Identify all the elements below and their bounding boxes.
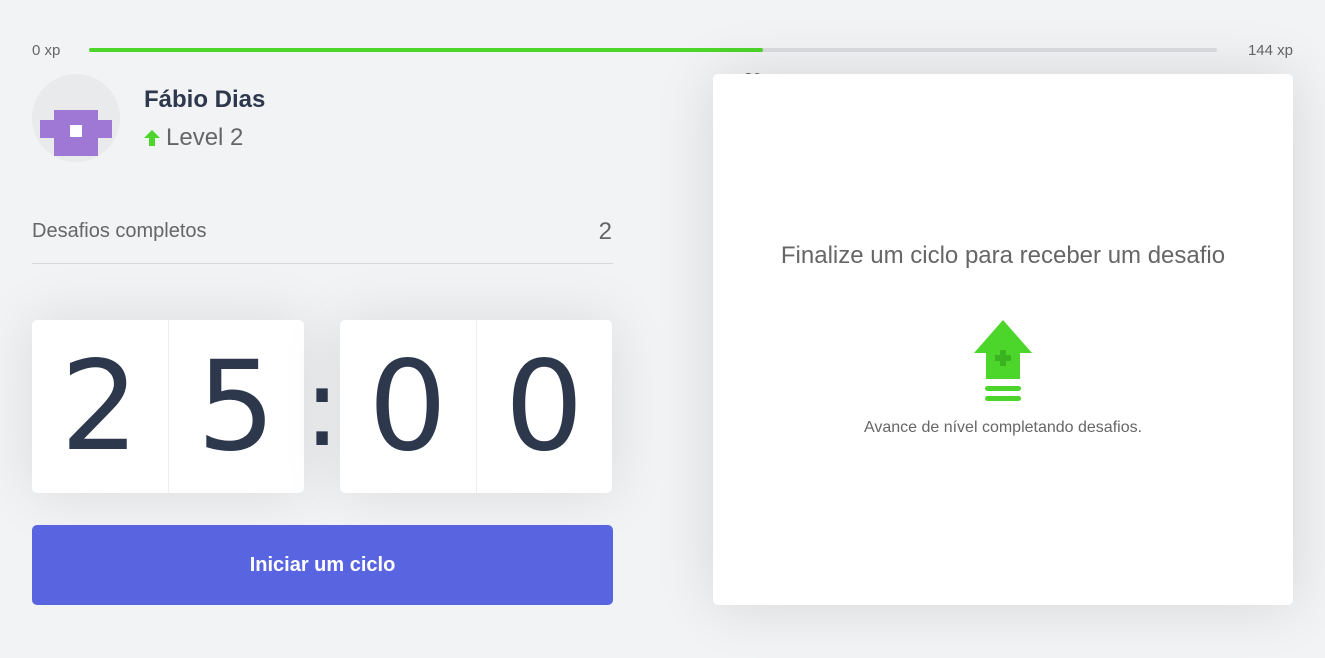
user-name: Fábio Dias: [144, 86, 266, 113]
completed-challenges: Desafios completos 2: [32, 216, 613, 264]
second-digit-ones: 0: [504, 334, 584, 479]
challenge-box: Finalize um ciclo para receber um desafi…: [713, 74, 1293, 605]
xp-max-label: 144 xp: [1247, 42, 1293, 59]
profile: Fábio Dias Level 2: [32, 74, 432, 162]
pixel-avatar-icon: [40, 110, 112, 156]
level-label: Level 2: [166, 124, 244, 151]
countdown: 2 5 : 0 0: [32, 320, 613, 493]
minute-digit-tens: 2: [32, 320, 169, 493]
xp-track: 86 xp: [89, 48, 1217, 87]
user-level: Level 2: [144, 124, 243, 152]
level-up-arrow-icon: [144, 130, 160, 146]
challenge-title: Finalize um ciclo para receber um desafi…: [780, 242, 1226, 269]
second-digit-tens: 0: [340, 320, 477, 493]
challenge-hint: Avance de nível completando desafios.: [863, 419, 1143, 436]
countdown-separator: :: [303, 342, 341, 471]
xp-min-label: 0 xp: [32, 42, 61, 59]
completed-challenges-label: Desafios completos: [32, 220, 207, 242]
countdown-seconds: 0 0: [340, 320, 612, 493]
minute-digit-ones: 5: [196, 334, 276, 479]
level-up-icon: [974, 320, 1032, 401]
xp-progress-fill: [89, 48, 763, 52]
countdown-minutes: 2 5: [32, 320, 304, 493]
completed-challenges-count: 2: [598, 218, 612, 245]
avatar: [32, 74, 120, 162]
start-cycle-button[interactable]: Iniciar um ciclo: [32, 525, 613, 605]
experience-bar: 0 xp 86 xp 144 xp: [32, 40, 1293, 87]
